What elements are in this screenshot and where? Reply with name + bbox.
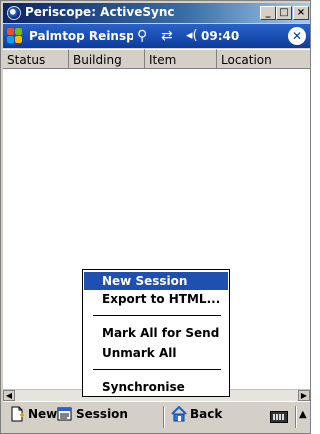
minimize-button[interactable]: _: [260, 6, 276, 20]
window-titlebar[interactable]: Periscope: ActiveSync _ □ ×: [3, 3, 310, 23]
session-button[interactable]: Session: [57, 406, 128, 428]
keyboard-icon[interactable]: [270, 411, 288, 423]
ok-close-icon[interactable]: ✕: [288, 27, 306, 45]
menu-item-mark-all[interactable]: Mark All for Send: [84, 324, 228, 342]
scroll-right-button[interactable]: ▶: [298, 390, 310, 401]
context-menu: New Session Export to HTML... Mark All f…: [82, 269, 230, 397]
clock[interactable]: 09:40: [201, 29, 239, 43]
new-document-icon: [11, 406, 24, 422]
windows-start-icon[interactable]: [6, 27, 24, 45]
new-button[interactable]: New: [9, 406, 57, 428]
window-title: Periscope: ActiveSync: [25, 5, 175, 19]
sip-separator: [295, 406, 297, 428]
new-label: New: [28, 407, 58, 421]
scroll-left-button[interactable]: ◀: [3, 390, 15, 401]
menu-item-export-html[interactable]: Export to HTML...: [84, 290, 228, 308]
back-button[interactable]: Back: [171, 406, 222, 428]
command-separator: [163, 406, 165, 428]
menu-separator: [93, 369, 221, 370]
menu-item-unmark-all[interactable]: Unmark All: [84, 344, 228, 362]
column-header-item[interactable]: Item: [145, 49, 217, 69]
menu-separator: [93, 315, 221, 316]
column-header-status[interactable]: Status: [3, 49, 69, 69]
sip-arrow-icon[interactable]: ▲: [299, 409, 307, 420]
navigation-bar: Palmtop Reinspection ⚲ ⇄ ◂( 09:40 ✕: [3, 24, 310, 48]
app-icon: [7, 6, 21, 20]
activesync-window: Periscope: ActiveSync _ □ × Palmtop Rein…: [0, 0, 311, 434]
column-header-building[interactable]: Building: [69, 49, 145, 69]
close-button[interactable]: ×: [293, 6, 309, 20]
sync-icon[interactable]: ⇄: [161, 28, 173, 44]
volume-icon[interactable]: ◂(: [186, 28, 198, 43]
back-label: Back: [190, 407, 223, 421]
column-header-location[interactable]: Location: [217, 49, 310, 69]
connectivity-icon[interactable]: ⚲: [137, 28, 147, 44]
nav-title[interactable]: Palmtop Reinspection: [29, 29, 133, 43]
session-icon: [57, 407, 72, 421]
maximize-button[interactable]: □: [276, 6, 292, 20]
command-bar: New Session Back ▲: [3, 401, 310, 431]
session-label: Session: [76, 407, 128, 421]
menu-item-synchronise[interactable]: Synchronise: [84, 378, 228, 396]
home-icon: [171, 406, 187, 422]
list-header: Status Building Item Location: [3, 49, 310, 69]
menu-item-new-session[interactable]: New Session: [84, 272, 228, 290]
